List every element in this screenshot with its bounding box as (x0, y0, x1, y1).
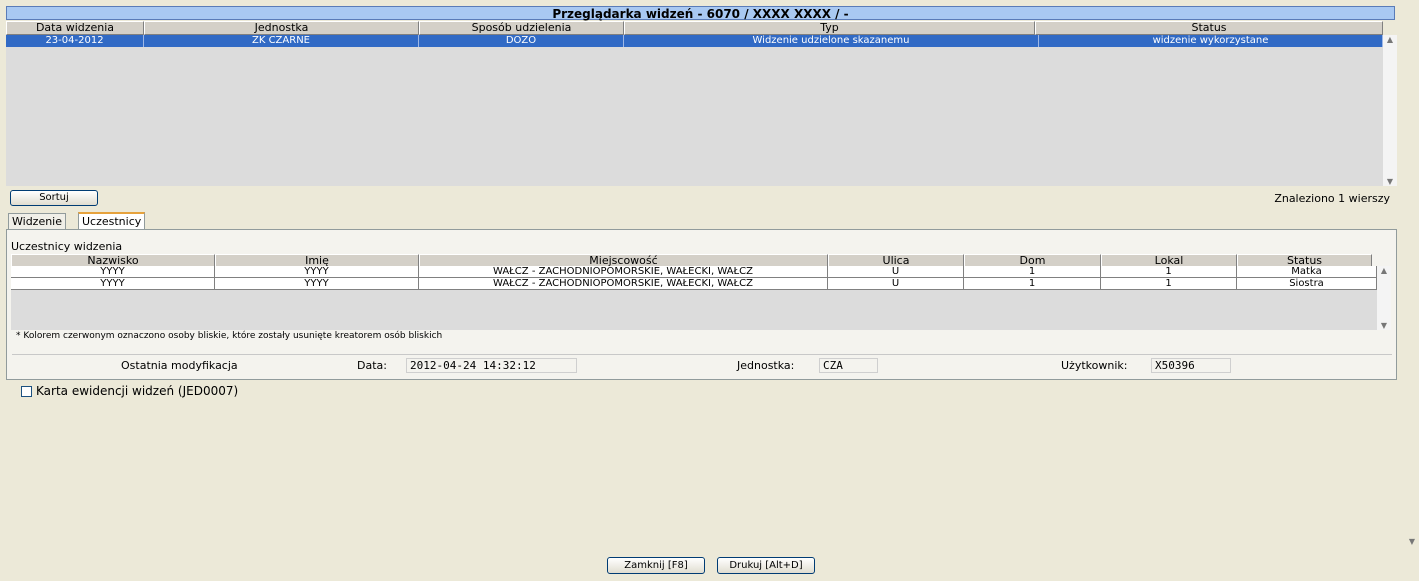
tab-uczestnicy[interactable]: Uczestnicy (78, 212, 146, 229)
participants-heading: Uczestnicy widzenia (11, 240, 123, 253)
page-scrollbar[interactable]: ▼ (1405, 0, 1419, 548)
table-cell: Widzenie udzielone skazanemu (624, 35, 1039, 47)
table-cell: Matka (1237, 266, 1377, 278)
table-row[interactable]: 23-04-2012 ZK CZARNE DOZO Widzenie udzie… (6, 35, 1383, 47)
col-sposob-udzielenia[interactable]: Sposób udzielenia (419, 21, 624, 35)
scroll-up-icon[interactable]: ▲ (1377, 266, 1391, 275)
unit-label: Jednostka: (737, 359, 795, 372)
scroll-up-icon[interactable]: ▲ (1383, 35, 1397, 44)
table-row[interactable]: YYYY YYYY WAŁCZ - ZACHODNIOPOMORSKIE, WA… (11, 266, 1377, 278)
table-cell: ZK CZARNE (144, 35, 419, 47)
footer-bar (0, 548, 1419, 581)
col-status[interactable]: Status (1035, 21, 1383, 35)
table-cell: Siostra (1237, 278, 1377, 290)
found-count: Znaleziono 1 wierszy (1274, 192, 1390, 205)
table-cell: U (828, 266, 964, 278)
table-cell: widzenie wykorzystane (1039, 35, 1383, 47)
table-cell: YYYY (215, 266, 419, 278)
table-cell: 1 (964, 266, 1101, 278)
table-cell: 23-04-2012 (6, 35, 144, 47)
visits-scrollbar[interactable]: ▲ ▼ (1383, 35, 1397, 186)
date-field[interactable]: 2012-04-24 14:32:12 (406, 358, 577, 373)
last-modification-label: Ostatnia modyfikacja (121, 359, 238, 372)
removed-persons-note: * Kolorem czerwonym oznaczono osoby blis… (16, 331, 443, 341)
table-cell: 1 (964, 278, 1101, 290)
sort-button[interactable]: Sortuj (10, 190, 98, 206)
participants-scrollbar[interactable]: ▲ ▼ (1377, 266, 1391, 330)
col-typ[interactable]: Typ (624, 21, 1035, 35)
visits-table-body (6, 35, 1383, 186)
col-data-widzenia[interactable]: Data widzenia (6, 21, 144, 35)
table-cell: WAŁCZ - ZACHODNIOPOMORSKIE, WAŁECKI, WAŁ… (419, 278, 828, 290)
close-button[interactable]: Zamknij [F8] (607, 557, 705, 574)
table-cell: YYYY (215, 278, 419, 290)
table-cell: WAŁCZ - ZACHODNIOPOMORSKIE, WAŁECKI, WAŁ… (419, 266, 828, 278)
col-jednostka[interactable]: Jednostka (144, 21, 419, 35)
report-checkbox-label: Karta ewidencji widzeń (JED0007) (36, 384, 239, 398)
table-cell: 1 (1101, 266, 1237, 278)
table-cell: 1 (1101, 278, 1237, 290)
scroll-down-icon[interactable]: ▼ (1405, 537, 1419, 546)
scroll-down-icon[interactable]: ▼ (1383, 177, 1397, 186)
table-cell: YYYY (11, 266, 215, 278)
tab-widzenie[interactable]: Widzenie (8, 213, 67, 229)
user-label: Użytkownik: (1061, 359, 1128, 372)
window-title: Przeglądarka widzeń - 6070 / XXXX XXXX /… (6, 6, 1395, 21)
table-row[interactable]: YYYY YYYY WAŁCZ - ZACHODNIOPOMORSKIE, WA… (11, 278, 1377, 290)
print-button[interactable]: Drukuj [Alt+D] (717, 557, 815, 574)
unit-field[interactable]: CZA (819, 358, 878, 373)
scroll-down-icon[interactable]: ▼ (1377, 321, 1391, 330)
table-cell: YYYY (11, 278, 215, 290)
table-cell: DOZO (419, 35, 624, 47)
visits-table-header: Data widzenia Jednostka Sposób udzieleni… (6, 21, 1383, 35)
table-cell: U (828, 278, 964, 290)
separator (12, 354, 1392, 355)
date-label: Data: (357, 359, 387, 372)
user-field[interactable]: X50396 (1151, 358, 1231, 373)
report-checkbox[interactable] (21, 386, 32, 397)
